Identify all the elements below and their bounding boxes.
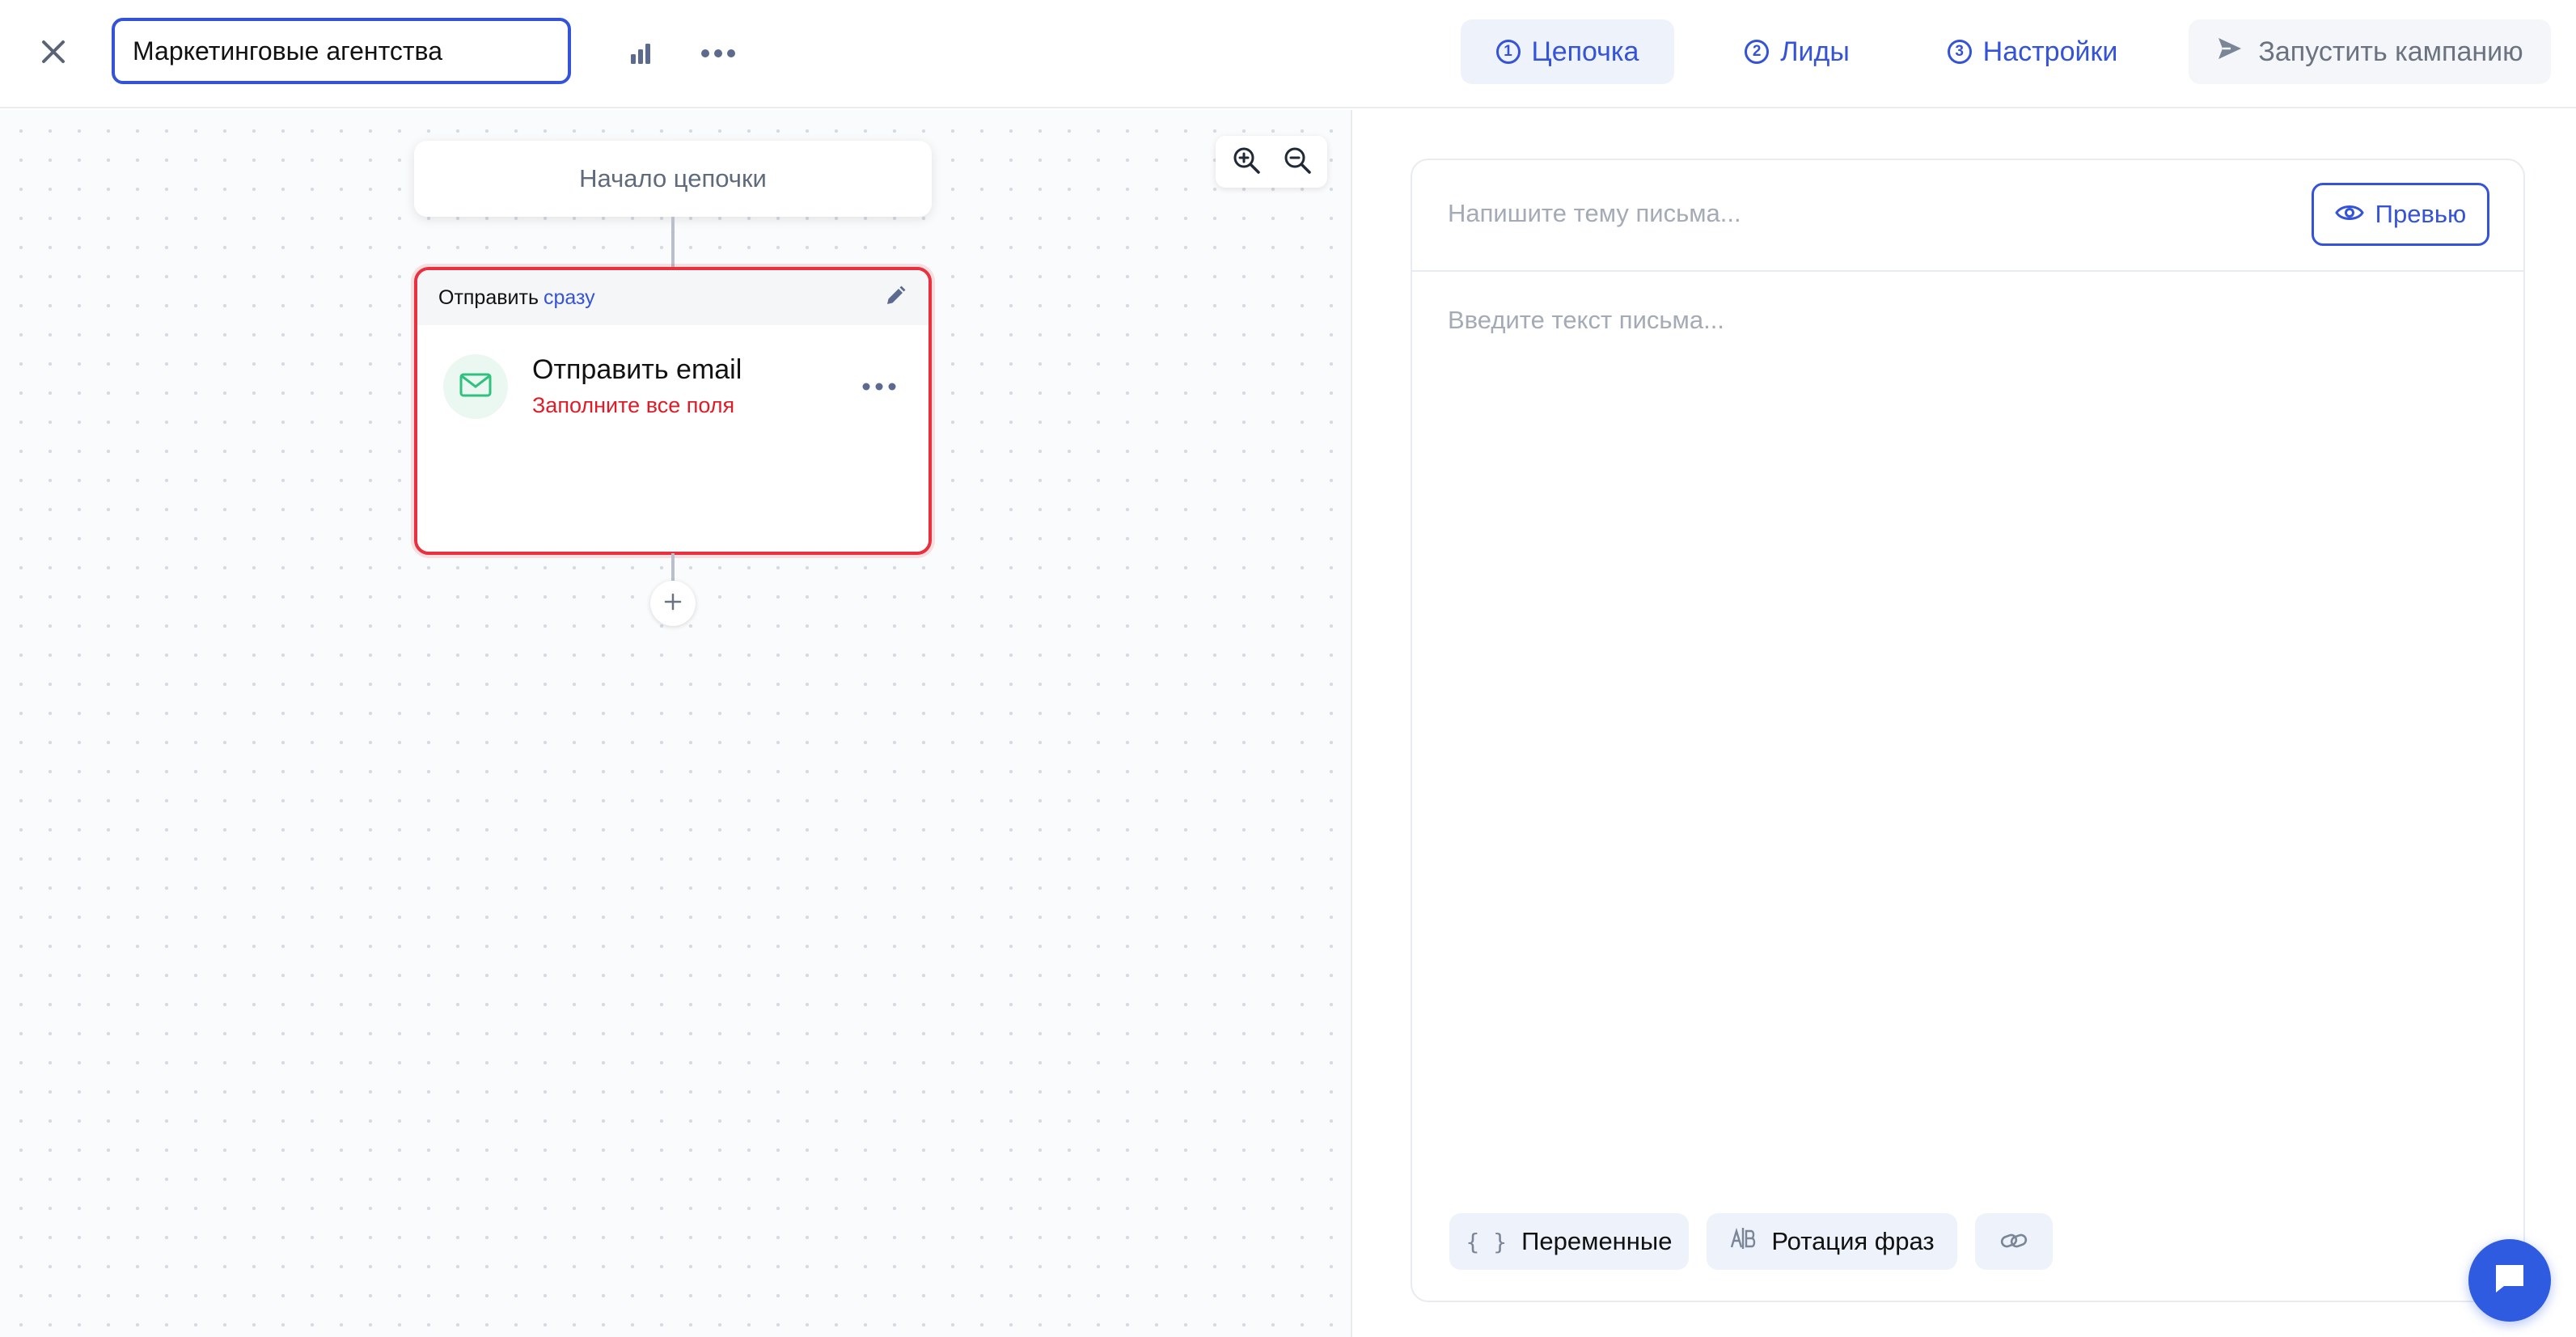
top-bar: 1 Цепочка 2 Лиды 3 Настройки Запустить к… bbox=[0, 0, 2576, 108]
tab-label: Лиды bbox=[1780, 36, 1850, 67]
more-dots-icon bbox=[862, 380, 896, 395]
eye-icon bbox=[2334, 200, 2364, 229]
rotation-icon bbox=[1729, 1226, 1757, 1257]
email-step-icon bbox=[443, 354, 508, 419]
close-icon bbox=[40, 38, 67, 70]
send-icon bbox=[2216, 35, 2244, 70]
tab-number: 3 bbox=[1947, 40, 1972, 64]
more-dots-icon bbox=[700, 48, 736, 62]
step-title: Отправить email bbox=[532, 354, 742, 385]
tab-chain[interactable]: 1 Цепочка bbox=[1461, 19, 1674, 84]
preview-button[interactable]: Превью bbox=[2312, 183, 2489, 246]
variables-label: Переменные bbox=[1521, 1227, 1673, 1255]
email-editor: Превью { } Переменные Ротация фраз bbox=[1411, 159, 2525, 1302]
zoom-out-icon bbox=[1282, 145, 1313, 180]
variables-button[interactable]: { } Переменные bbox=[1449, 1213, 1689, 1270]
step-more-button[interactable] bbox=[854, 370, 904, 404]
subject-input[interactable] bbox=[1448, 193, 2257, 235]
step-action-prefix: Отправить bbox=[438, 286, 539, 309]
zoom-out-button[interactable] bbox=[1275, 139, 1320, 184]
mail-icon bbox=[459, 372, 492, 402]
launch-campaign-label: Запустить кампанию bbox=[2258, 36, 2523, 67]
phrase-rotation-button[interactable]: Ротация фраз bbox=[1707, 1213, 1957, 1270]
tab-number: 1 bbox=[1495, 40, 1521, 64]
pencil-icon bbox=[884, 285, 907, 313]
more-options-button[interactable] bbox=[689, 29, 747, 81]
campaign-name-input[interactable] bbox=[112, 18, 571, 84]
tab-leads[interactable]: 2 Лиды bbox=[1723, 19, 1872, 84]
edit-step-button[interactable] bbox=[880, 283, 911, 314]
zoom-controls bbox=[1216, 136, 1327, 188]
braces-icon: { } bbox=[1466, 1228, 1508, 1255]
launch-campaign-button[interactable]: Запустить кампанию bbox=[2189, 19, 2551, 84]
add-step-button[interactable] bbox=[650, 581, 696, 626]
chat-icon bbox=[2491, 1260, 2528, 1301]
phrase-rotation-label: Ротация фраз bbox=[1771, 1227, 1935, 1255]
chain-start-label: Начало цепочки bbox=[579, 164, 767, 193]
zoom-in-icon bbox=[1231, 145, 1262, 180]
step-timing[interactable]: сразу bbox=[544, 286, 595, 310]
email-body-input[interactable] bbox=[1448, 306, 2491, 1115]
email-step-card[interactable]: Отправить сразу Отправить email Заполнит… bbox=[414, 267, 932, 555]
chain-start-node: Начало цепочки bbox=[414, 141, 932, 217]
zoom-in-button[interactable] bbox=[1224, 139, 1269, 184]
chain-connector bbox=[671, 553, 675, 581]
plus-icon bbox=[664, 593, 682, 615]
bar-chart-icon bbox=[628, 41, 653, 70]
support-chat-button[interactable] bbox=[2468, 1239, 2551, 1322]
step-header: Отправить сразу bbox=[417, 270, 928, 325]
tab-number: 2 bbox=[1745, 40, 1770, 64]
stats-button[interactable] bbox=[615, 29, 666, 81]
tab-settings[interactable]: 3 Настройки bbox=[1925, 19, 2140, 84]
tab-label: Настройки bbox=[1982, 36, 2118, 67]
insert-link-button[interactable] bbox=[1975, 1213, 2053, 1270]
subject-divider bbox=[1412, 270, 2523, 272]
step-error-message: Заполните все поля bbox=[532, 393, 735, 417]
chain-canvas[interactable]: Начало цепочки Отправить сразу Отправить… bbox=[0, 110, 1352, 1337]
close-button[interactable] bbox=[29, 29, 78, 78]
tab-label: Цепочка bbox=[1531, 36, 1639, 67]
link-icon bbox=[2000, 1227, 2028, 1256]
preview-label: Превью bbox=[2375, 200, 2467, 228]
